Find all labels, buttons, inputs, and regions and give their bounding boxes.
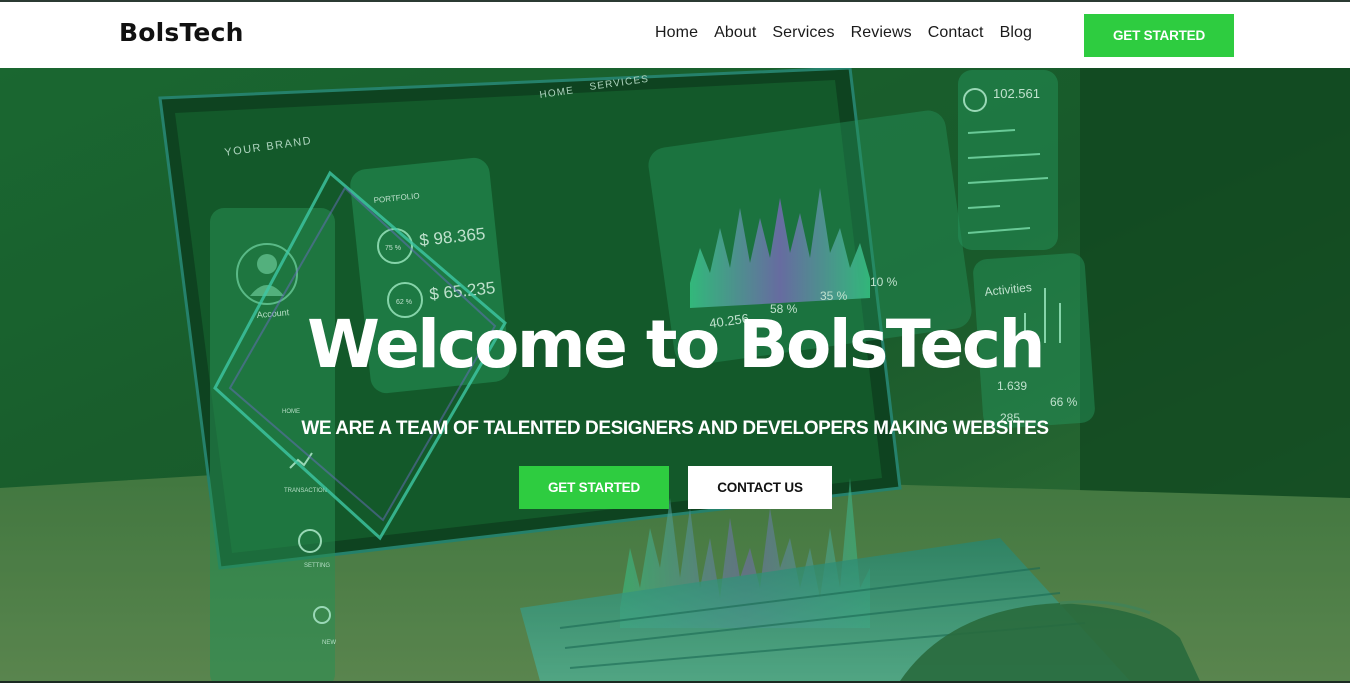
header-get-started-button[interactable]: GET STARTED xyxy=(1084,14,1234,57)
brand-logo[interactable]: BolsTech xyxy=(119,18,244,47)
site-header: BolsTech Home About Services Reviews Con… xyxy=(0,2,1350,68)
nav-services[interactable]: Services xyxy=(772,24,834,42)
main-nav: Home About Services Reviews Contact Blog xyxy=(655,24,1048,42)
hero-get-started-button[interactable]: GET STARTED xyxy=(519,466,669,509)
hero-section: Account HOME TRANSACTION SETTING NEW YOU… xyxy=(0,68,1350,681)
nav-home[interactable]: Home xyxy=(655,24,698,42)
nav-about[interactable]: About xyxy=(714,24,756,42)
nav-blog[interactable]: Blog xyxy=(1000,24,1032,42)
hero-contact-us-button[interactable]: CONTACT US xyxy=(688,466,832,509)
hero-title: Welcome to BolsTech xyxy=(307,306,1045,383)
hero-subtitle: WE ARE A TEAM OF TALENTED DESIGNERS AND … xyxy=(301,418,1049,439)
nav-contact[interactable]: Contact xyxy=(928,24,984,42)
nav-reviews[interactable]: Reviews xyxy=(851,24,912,42)
